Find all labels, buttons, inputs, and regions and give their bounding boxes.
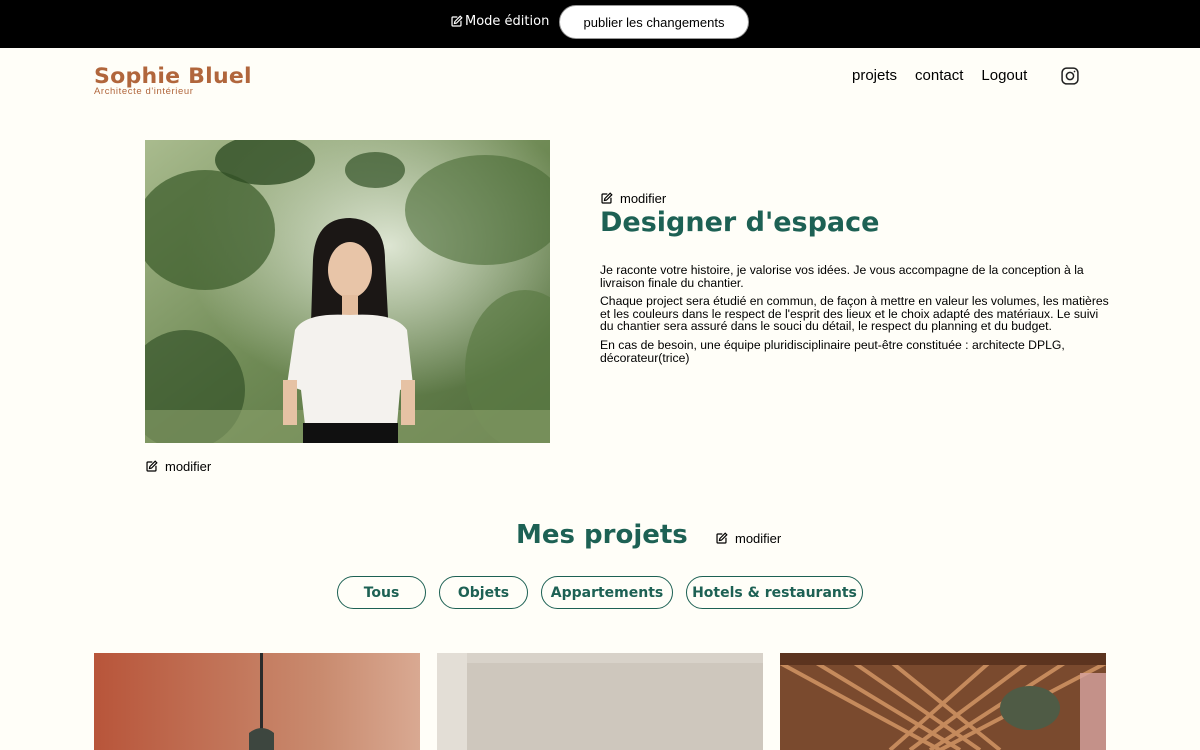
edit-projects-link[interactable]: modifier <box>715 531 781 546</box>
nav-item-contact[interactable]: contact <box>915 67 963 84</box>
main-nav: projets contact Logout <box>852 67 1027 84</box>
project-thumbnail[interactable] <box>94 653 420 750</box>
edit-photo-label: modifier <box>165 459 212 474</box>
intro-paragraph: En cas de besoin, une équipe pluridiscip… <box>600 337 1065 365</box>
nav-item-logout[interactable]: Logout <box>981 67 1027 84</box>
edit-mode-indicator: Mode édition <box>450 14 549 29</box>
architect-portrait-photo <box>145 140 550 443</box>
filter-apartments-button[interactable]: Appartements <box>541 576 673 609</box>
intro-paragraph: Je raconte votre histoire, je valorise v… <box>600 263 1084 290</box>
edit-intro-link[interactable]: modifier <box>600 191 666 206</box>
intro-paragraph: Chaque project sera étudié en commun, de… <box>600 294 1109 334</box>
filter-hotels-restaurants-button[interactable]: Hotels & restaurants <box>686 576 863 609</box>
project-thumbnail[interactable] <box>780 653 1106 750</box>
intro-title: Designer d'espace <box>600 207 880 238</box>
filter-all-button[interactable]: Tous <box>337 576 426 609</box>
filter-objects-button[interactable]: Objets <box>439 576 528 609</box>
logo[interactable]: Sophie Bluel Architecte d'intérieur <box>94 64 252 97</box>
logo-name: Sophie Bluel <box>94 64 252 88</box>
edit-mode-label: Mode édition <box>465 14 550 29</box>
intro-text: Je raconte votre histoire, je valorise v… <box>600 264 1110 370</box>
nav-item-projets[interactable]: projets <box>852 67 897 84</box>
instagram-icon[interactable] <box>1060 66 1080 86</box>
edit-icon <box>716 532 728 544</box>
edit-icon <box>601 192 613 204</box>
edit-photo-link[interactable]: modifier <box>145 459 211 474</box>
edit-projects-label: modifier <box>735 531 782 546</box>
edit-mode-bar: Mode édition publier les changements <box>0 0 1200 48</box>
edit-icon <box>451 15 463 27</box>
projects-title: Mes projets <box>516 520 688 550</box>
project-thumbnail[interactable] <box>437 653 763 750</box>
publish-changes-button[interactable]: publier les changements <box>559 5 749 39</box>
edit-icon <box>146 460 158 472</box>
edit-intro-label: modifier <box>620 191 667 206</box>
